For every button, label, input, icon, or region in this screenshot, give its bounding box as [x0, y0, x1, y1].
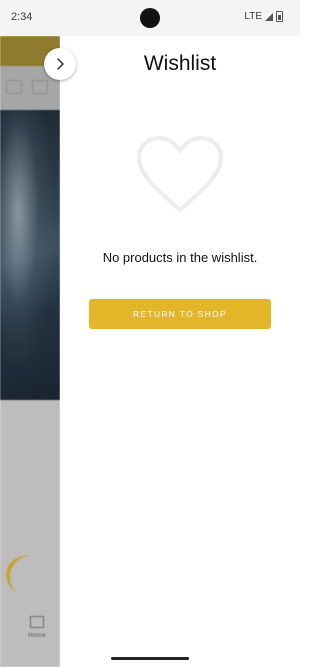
wishlist-drawer: Wishlist No products in the wishlist. RE… [60, 36, 300, 667]
status-time: 2:34 [11, 11, 33, 23]
background-hero-image [0, 110, 60, 400]
camera-cutout [140, 8, 160, 28]
gesture-nav-handle[interactable] [111, 657, 189, 660]
close-drawer-button[interactable] [44, 48, 76, 80]
empty-wishlist-message: No products in the wishlist. [102, 250, 258, 265]
battery-icon [276, 11, 283, 22]
signal-icon [265, 12, 273, 21]
heart-outline-icon [137, 136, 223, 212]
chevron-right-icon [57, 58, 64, 70]
status-bar: 2:34 LTE [0, 0, 300, 36]
background-tab-label: Home [28, 632, 46, 639]
network-label: LTE [244, 11, 262, 22]
background-page: Home [0, 36, 60, 667]
return-to-shop-button[interactable]: RETURN TO SHOP [89, 299, 271, 329]
background-search-icon [32, 80, 48, 94]
status-icons: LTE [244, 11, 283, 22]
background-menu-icon [6, 80, 22, 94]
background-home-icon [30, 616, 44, 628]
drawer-title: Wishlist [143, 52, 217, 75]
